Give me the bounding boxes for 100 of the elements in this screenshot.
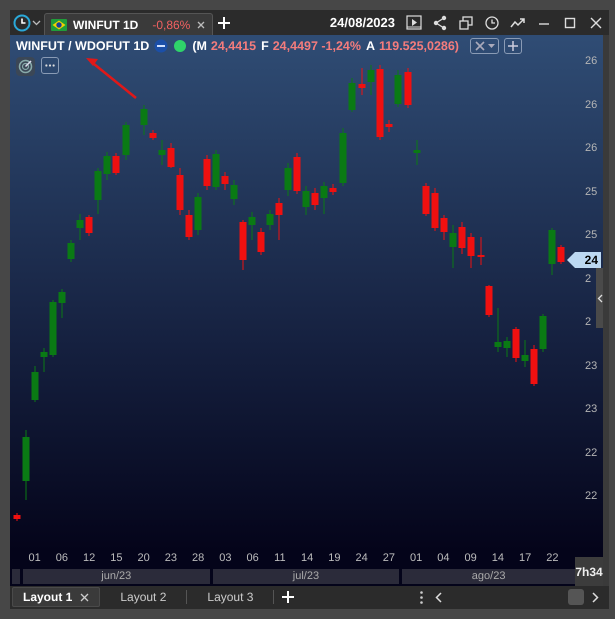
collapse-handle[interactable] <box>596 268 603 328</box>
date-label: 09 <box>464 551 478 566</box>
month-label: jun/23 <box>22 569 210 584</box>
date-label: 28 <box>191 551 206 566</box>
layout-tab[interactable]: Layout 2 <box>100 590 188 604</box>
scroll-right-icon[interactable] <box>592 592 599 602</box>
candle <box>240 220 246 270</box>
gauge-icon <box>18 59 33 74</box>
price-label: 23 <box>585 403 598 415</box>
tools-dropdown[interactable] <box>470 38 499 54</box>
add-layout-icon[interactable] <box>282 591 294 603</box>
candle <box>94 168 102 214</box>
caret-icon <box>32 20 41 26</box>
candle <box>358 68 366 96</box>
close-icon[interactable] <box>588 14 604 30</box>
candle <box>76 214 84 240</box>
candle <box>440 214 448 240</box>
candle <box>386 120 392 132</box>
candle <box>32 366 38 402</box>
candle <box>104 152 110 180</box>
candle <box>112 152 120 176</box>
candle <box>522 340 528 368</box>
candle <box>40 348 48 372</box>
layout-tab-label: Layout 1 <box>23 590 72 604</box>
clock-button[interactable] <box>13 14 41 32</box>
candle <box>50 300 56 358</box>
quote-label: (M <box>192 39 207 53</box>
date-label: 06 <box>246 551 260 566</box>
candle <box>458 222 466 254</box>
price-label: 26 <box>585 55 598 67</box>
more-button[interactable] <box>41 57 59 74</box>
candle <box>276 198 282 240</box>
price-label: 23 <box>585 360 598 372</box>
scroll-thumb[interactable] <box>568 589 584 605</box>
date-label: 03 <box>218 551 232 566</box>
scroll-left-icon[interactable] <box>435 592 442 602</box>
date-label: 27 <box>382 551 396 566</box>
candle <box>468 232 474 268</box>
date-label: 23 <box>164 551 178 566</box>
price-label: 26 <box>585 142 598 154</box>
quote-value: 24,4415 <box>210 39 256 53</box>
candle <box>512 326 520 362</box>
candle <box>140 104 148 136</box>
exchange-logo-icon <box>154 39 168 53</box>
time-remaining: 7h34 <box>575 557 603 586</box>
close-icon[interactable] <box>196 20 206 30</box>
month-bar <box>12 569 20 584</box>
candle <box>284 162 292 196</box>
date-label: 15 <box>109 551 124 566</box>
candle <box>422 182 430 216</box>
candle <box>394 70 402 108</box>
date-label: 24 <box>354 551 369 566</box>
candle <box>176 168 184 216</box>
candle <box>540 314 546 352</box>
date-label: 01 <box>409 551 424 566</box>
windows-icon[interactable] <box>458 14 474 30</box>
add-button[interactable] <box>504 38 522 54</box>
candle <box>486 284 492 318</box>
gauge-button[interactable] <box>16 57 35 76</box>
replay-icon[interactable] <box>406 14 422 30</box>
date-label: 01 <box>28 551 42 566</box>
chart-title: WINFUT / WDOFUT 1D <box>16 39 150 53</box>
price-label: 26 <box>585 98 598 110</box>
candle <box>194 192 202 236</box>
month-label: ago/23 <box>402 569 575 584</box>
tab-label: WINFUT 1D <box>73 18 138 32</box>
quote-label: A <box>366 39 376 53</box>
close-icon[interactable] <box>80 592 90 602</box>
candle <box>320 182 328 214</box>
quote-value: 119.525,0286) <box>379 39 459 53</box>
candle <box>548 228 556 276</box>
candle <box>530 344 538 386</box>
layout-tab[interactable]: Layout 1 <box>12 587 100 607</box>
candle <box>158 140 166 166</box>
more-vertical-icon[interactable] <box>420 590 424 604</box>
date-label: 19 <box>327 551 342 566</box>
candle <box>122 122 130 160</box>
candle <box>222 172 228 190</box>
candle <box>348 78 356 112</box>
clock-icon[interactable] <box>484 14 500 30</box>
candle <box>558 244 564 264</box>
candle <box>302 186 310 216</box>
price-label: 2 <box>585 272 592 284</box>
candle <box>14 512 20 522</box>
date-label: 06 <box>54 551 69 566</box>
quote-label: F <box>261 39 269 53</box>
date-label: 22 <box>545 551 560 566</box>
price-label: 25 <box>585 186 598 198</box>
candle <box>230 180 238 206</box>
candle <box>404 68 412 108</box>
new-tab-button[interactable] <box>218 16 230 28</box>
chart-tab[interactable]: WINFUT 1D -0,86% <box>44 13 214 35</box>
share-icon[interactable] <box>432 14 448 30</box>
price-change: -0,86% <box>152 18 190 32</box>
candle <box>150 130 156 140</box>
price-label: 25 <box>585 229 598 241</box>
candle <box>248 212 256 240</box>
layout-tab[interactable]: Layout 3 <box>187 590 274 604</box>
clock-icon <box>13 14 31 32</box>
candle <box>212 150 220 190</box>
